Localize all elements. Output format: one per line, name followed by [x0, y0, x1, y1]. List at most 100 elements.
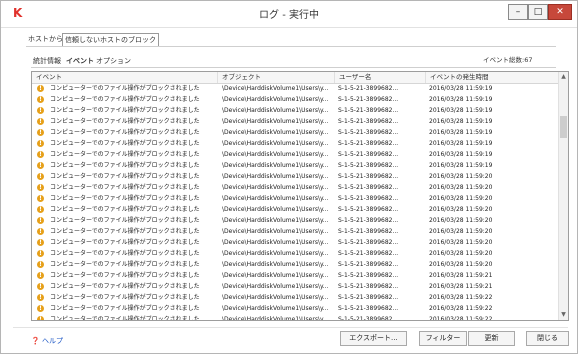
cell-object: \Device\HarddiskVolume1\Users\y... — [222, 184, 329, 191]
minimize-button[interactable]: – — [508, 4, 528, 20]
table-row[interactable]: ! コンピューターでのファイル操作がブロックされました \Device\Harddi… — [32, 116, 558, 127]
help-icon: ❓ — [31, 337, 40, 345]
cell-event: コンピューターでのファイル操作がブロックされました — [50, 305, 200, 312]
warning-icon: ! — [37, 129, 44, 136]
cell-user: S-1-5-21-3899682... — [338, 162, 399, 169]
footer-divider — [13, 327, 568, 328]
cell-user: S-1-5-21-3899682... — [338, 96, 399, 103]
cell-user: S-1-5-21-3899682... — [338, 261, 399, 268]
column-header-object[interactable]: オブジェクト — [218, 72, 335, 83]
cell-event: コンピューターでのファイル操作がブロックされました — [50, 228, 200, 235]
warning-icon: ! — [37, 316, 44, 320]
cell-event: コンピューターでのファイル操作がブロックされました — [50, 140, 200, 147]
help-link[interactable]: ❓ ヘルプ — [31, 336, 63, 346]
table-row[interactable]: ! コンピューターでのファイル操作がブロックされました \Device\Harddi… — [32, 105, 558, 116]
table-row[interactable]: ! コンピューターでのファイル操作がブロックされました \Device\Harddi… — [32, 248, 558, 259]
column-header-user[interactable]: ユーザー名 — [335, 72, 426, 83]
cell-user: S-1-5-21-3899682... — [338, 206, 399, 213]
warning-icon: ! — [37, 217, 44, 224]
log-window: K ログ - 実行中 – □ ✕ ホストから 信頼しないホストのブロック 統計情… — [0, 0, 578, 354]
table-row[interactable]: ! コンピューターでのファイル操作がブロックされました \Device\Harddi… — [32, 204, 558, 215]
warning-icon: ! — [37, 283, 44, 290]
table-row[interactable]: ! コンピューターでのファイル操作がブロックされました \Device\Harddi… — [32, 259, 558, 270]
table-row[interactable]: ! コンピューターでのファイル操作がブロックされました \Device\Harddi… — [32, 292, 558, 303]
cell-object: \Device\HarddiskVolume1\Users\y... — [222, 162, 329, 169]
table-row[interactable]: ! コンピューターでのファイル操作がブロックされました \Device\Harddi… — [32, 160, 558, 171]
cell-object: \Device\HarddiskVolume1\Users\y... — [222, 118, 329, 125]
scroll-up-arrow-icon[interactable]: ▲ — [559, 72, 568, 82]
table-row[interactable]: ! コンピューターでのファイル操作がブロックされました \Device\Harddi… — [32, 281, 558, 292]
cell-user: S-1-5-21-3899682... — [338, 294, 399, 301]
close-button[interactable]: 閉じる — [526, 331, 569, 346]
cell-time: 2016/03/28 11:59:19 — [429, 118, 493, 125]
table-row[interactable]: ! コンピューターでのファイル操作がブロックされました \Device\Harddi… — [32, 193, 558, 204]
tab-statistics[interactable]: 統計情報 — [31, 55, 63, 67]
table-row[interactable]: ! コンピューターでのファイル操作がブロックされました \Device\Harddi… — [32, 171, 558, 182]
tab-untrusted-host-blocking[interactable]: 信頼しないホストのブロック — [62, 33, 159, 46]
cell-user: S-1-5-21-3899682... — [338, 239, 399, 246]
export-button[interactable]: エクスポート... — [340, 331, 407, 346]
cell-user: S-1-5-21-3899682... — [338, 217, 399, 224]
cell-object: \Device\HarddiskVolume1\Users\y... — [222, 272, 329, 279]
column-header-event[interactable]: イベント — [32, 72, 218, 83]
cell-user: S-1-5-21-3899682... — [338, 173, 399, 180]
cell-event: コンピューターでのファイル操作がブロックされました — [50, 272, 200, 279]
cell-time: 2016/03/28 11:59:20 — [429, 184, 493, 191]
table-body: ! コンピューターでのファイル操作がブロックされました \Device\Harddi… — [32, 83, 558, 320]
tab-events[interactable]: イベント — [64, 55, 96, 67]
cell-object: \Device\HarddiskVolume1\Users\y... — [222, 129, 329, 136]
table-row[interactable]: ! コンピューターでのファイル操作がブロックされました \Device\Harddi… — [32, 182, 558, 193]
filter-button[interactable]: フィルター — [419, 331, 467, 346]
table-row[interactable]: ! コンピューターでのファイル操作がブロックされました \Device\Harddi… — [32, 149, 558, 160]
refresh-button[interactable]: 更新 — [468, 331, 515, 346]
table-row[interactable]: ! コンピューターでのファイル操作がブロックされました \Device\Harddi… — [32, 83, 558, 94]
column-header-time[interactable]: イベントの発生時間 — [426, 72, 558, 83]
cell-object: \Device\HarddiskVolume1\Users\y... — [222, 250, 329, 257]
cell-time: 2016/03/28 11:59:20 — [429, 206, 493, 213]
vertical-scrollbar[interactable]: ▲ ▼ — [558, 72, 568, 320]
close-window-button[interactable]: ✕ — [548, 4, 572, 20]
table-row[interactable]: ! コンピューターでのファイル操作がブロックされました \Device\Harddi… — [32, 314, 558, 320]
cell-object: \Device\HarddiskVolume1\Users\y... — [222, 195, 329, 202]
cell-event: コンピューターでのファイル操作がブロックされました — [50, 294, 200, 301]
table-row[interactable]: ! コンピューターでのファイル操作がブロックされました \Device\Harddi… — [32, 94, 558, 105]
cell-user: S-1-5-21-3899682... — [338, 85, 399, 92]
cell-user: S-1-5-21-3899682... — [338, 140, 399, 147]
cell-user: S-1-5-21-3899682... — [338, 151, 399, 158]
cell-event: コンピューターでのファイル操作がブロックされました — [50, 129, 200, 136]
cell-time: 2016/03/28 11:59:19 — [429, 129, 493, 136]
cell-time: 2016/03/28 11:59:19 — [429, 151, 493, 158]
cell-time: 2016/03/28 11:59:20 — [429, 195, 493, 202]
table-row[interactable]: ! コンピューターでのファイル操作がブロックされました \Device\Harddi… — [32, 138, 558, 149]
cell-time: 2016/03/28 11:59:22 — [429, 316, 493, 320]
table-row[interactable]: ! コンピューターでのファイル操作がブロックされました \Device\Harddi… — [32, 270, 558, 281]
warning-icon: ! — [37, 107, 44, 114]
table-row[interactable]: ! コンピューターでのファイル操作がブロックされました \Device\Harddi… — [32, 237, 558, 248]
cell-time: 2016/03/28 11:59:21 — [429, 283, 493, 290]
tab-from-hosts[interactable]: ホストから — [26, 33, 65, 45]
table-row[interactable]: ! コンピューターでのファイル操作がブロックされました \Device\Harddi… — [32, 303, 558, 314]
maximize-button[interactable]: □ — [528, 4, 548, 20]
table-row[interactable]: ! コンピューターでのファイル操作がブロックされました \Device\Harddi… — [32, 215, 558, 226]
cell-object: \Device\HarddiskVolume1\Users\y... — [222, 261, 329, 268]
warning-icon: ! — [37, 151, 44, 158]
tab-options[interactable]: オプション — [94, 55, 133, 67]
table-row[interactable]: ! コンピューターでのファイル操作がブロックされました \Device\Harddi… — [32, 226, 558, 237]
cell-object: \Device\HarddiskVolume1\Users\y... — [222, 140, 329, 147]
warning-icon: ! — [37, 195, 44, 202]
cell-event: コンピューターでのファイル操作がブロックされました — [50, 151, 200, 158]
cell-user: S-1-5-21-3899682... — [338, 305, 399, 312]
warning-icon: ! — [37, 239, 44, 246]
cell-user: S-1-5-21-3899682... — [338, 195, 399, 202]
cell-event: コンピューターでのファイル操作がブロックされました — [50, 316, 200, 320]
cell-time: 2016/03/28 11:59:19 — [429, 96, 493, 103]
window-title: ログ - 実行中 — [259, 10, 319, 21]
cell-user: S-1-5-21-3899682... — [338, 316, 399, 320]
warning-icon: ! — [37, 140, 44, 147]
cell-object: \Device\HarddiskVolume1\Users\y... — [222, 173, 329, 180]
cell-user: S-1-5-21-3899682... — [338, 129, 399, 136]
scroll-thumb[interactable] — [560, 116, 567, 138]
warning-icon: ! — [37, 228, 44, 235]
table-row[interactable]: ! コンピューターでのファイル操作がブロックされました \Device\Harddi… — [32, 127, 558, 138]
scroll-down-arrow-icon[interactable]: ▼ — [559, 310, 568, 320]
